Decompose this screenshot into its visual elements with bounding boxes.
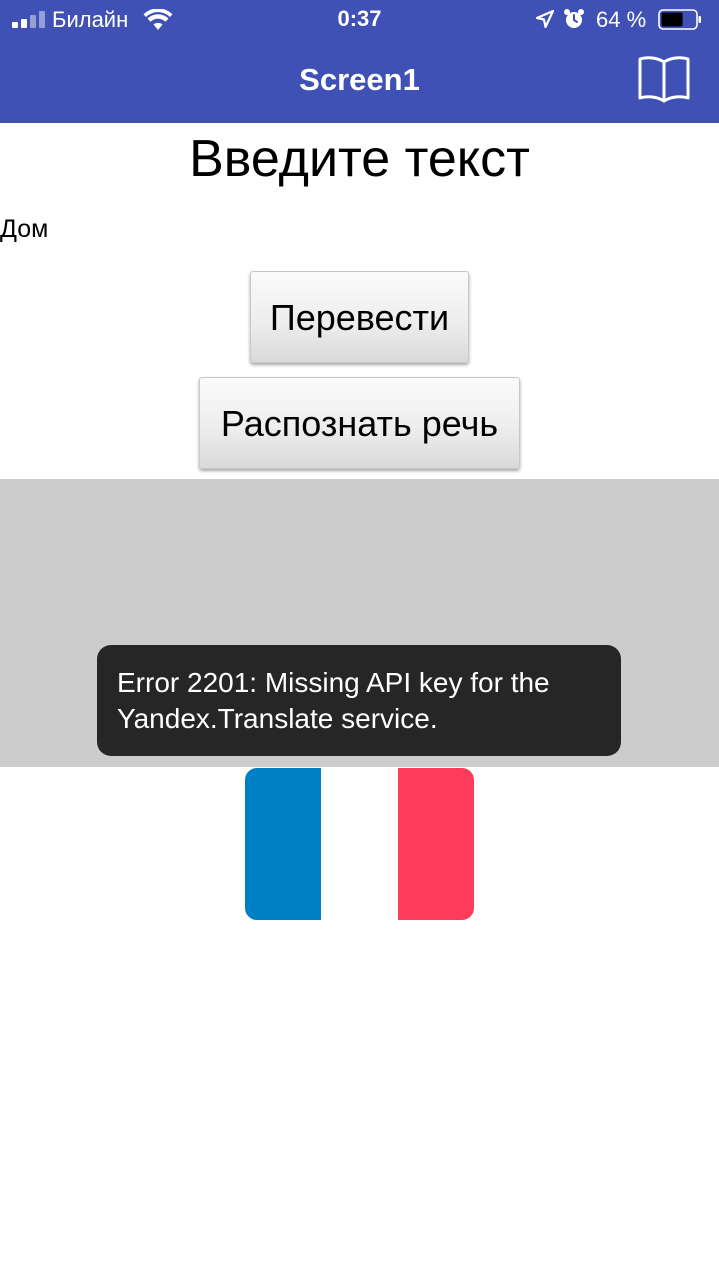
error-toast: Error 2201: Missing API key for the Yand… xyxy=(97,645,621,756)
status-bar: Билайн 0:37 64 % xyxy=(0,0,719,40)
book-icon[interactable] xyxy=(636,54,692,104)
recognize-speech-button[interactable]: Распознать речь xyxy=(199,377,520,469)
flag-stripe-red xyxy=(398,768,474,920)
text-input[interactable] xyxy=(0,214,300,244)
location-arrow-icon xyxy=(535,9,555,29)
page-heading: Введите текст xyxy=(189,130,530,188)
error-toast-message: Error 2201: Missing API key for the Yand… xyxy=(117,667,550,734)
flag-stripe-blue xyxy=(245,768,321,920)
battery-percent: 64 % xyxy=(596,7,647,32)
battery-icon xyxy=(658,9,701,30)
top-bar: Билайн 0:37 64 % Screen1 xyxy=(0,0,719,123)
flag-stripe-white xyxy=(321,768,398,920)
app-bar-title: Screen1 xyxy=(299,62,420,97)
french-flag-image[interactable] xyxy=(245,768,474,920)
translate-button[interactable]: Перевести xyxy=(250,271,469,363)
alarm-clock-icon xyxy=(564,9,584,28)
